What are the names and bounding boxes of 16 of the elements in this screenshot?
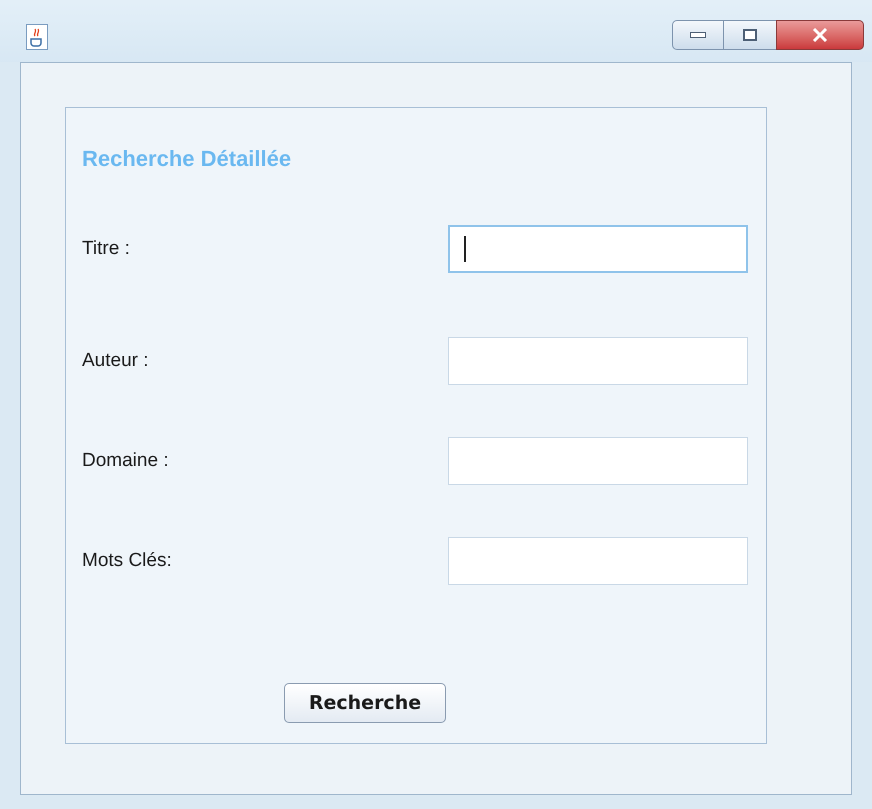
- input-field[interactable]: [448, 437, 748, 485]
- input-field[interactable]: [448, 337, 748, 385]
- minimize-button[interactable]: [672, 20, 724, 50]
- coffee-cup-icon: [26, 24, 48, 50]
- field-label: Mots Clés:: [82, 548, 172, 573]
- field-label: Titre :: [82, 236, 130, 261]
- search-button[interactable]: Recherche: [284, 683, 446, 723]
- input-field[interactable]: [448, 537, 748, 585]
- maximize-button[interactable]: [724, 20, 776, 50]
- close-icon: [812, 28, 828, 42]
- form-title: Recherche Détaillée: [82, 145, 292, 173]
- close-button[interactable]: [776, 20, 864, 50]
- text-cursor: [464, 236, 466, 262]
- input-field[interactable]: [448, 225, 748, 273]
- field-label: Auteur :: [82, 348, 149, 373]
- field-label: Domaine :: [82, 448, 169, 473]
